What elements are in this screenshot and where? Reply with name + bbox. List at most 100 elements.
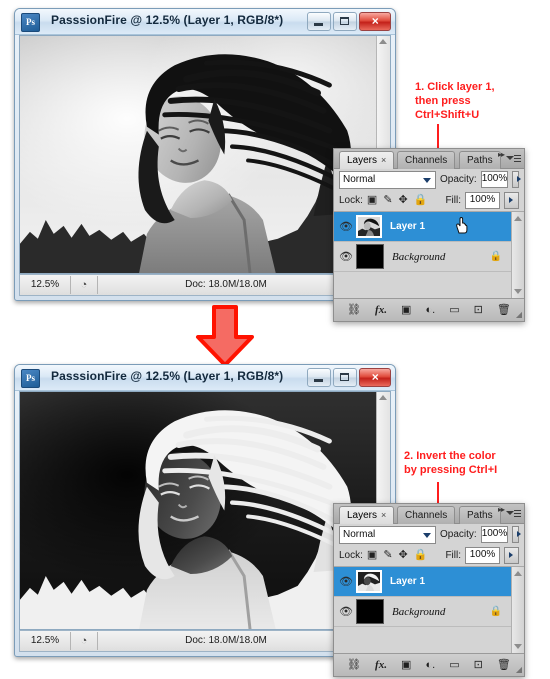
tab-layers-label: Layers: [347, 155, 378, 166]
scroll-up-icon[interactable]: [514, 571, 522, 576]
panel-menu-icon[interactable]: [506, 508, 521, 520]
layer-thumbnail[interactable]: [356, 570, 382, 593]
lock-fill-row-2: Lock: ▣ ✎ ✥ 🔒 Fill: 100%: [334, 545, 524, 566]
zoom-level[interactable]: 12.5%: [20, 276, 71, 294]
layers-panel-1[interactable]: Layers × Channels Paths ▸▸ Normal Opacity…: [333, 148, 525, 322]
layer-visibility-eye-icon[interactable]: 👁: [336, 220, 356, 233]
blend-mode-select[interactable]: Normal: [339, 170, 436, 189]
layers-panel-footer-2: ⛓ fx. ▣ ◐. ▭ ⊡ 🗑 ◢: [334, 653, 524, 676]
tab-paths[interactable]: Paths: [459, 151, 501, 169]
new-group-icon[interactable]: ▭: [449, 304, 459, 316]
close-button[interactable]: ×: [359, 12, 391, 31]
maximize-button[interactable]: [333, 368, 357, 387]
layer-thumbnail[interactable]: [356, 244, 384, 269]
lock-image-pixels-icon[interactable]: ✎: [383, 195, 392, 206]
opacity-input[interactable]: 100%: [480, 171, 509, 188]
layer-row-layer-1[interactable]: 👁 Layer 1: [334, 567, 524, 597]
title-bar-1[interactable]: Ps PasssionFire @ 12.5% (Layer 1, RGB/8*…: [15, 9, 395, 35]
tab-channels-label: Channels: [405, 155, 448, 166]
lock-position-icon[interactable]: ✥: [399, 550, 408, 561]
layer-list-scrollbar-1[interactable]: [511, 212, 524, 298]
layer-visibility-eye-icon[interactable]: 👁: [336, 605, 356, 618]
fill-input[interactable]: 100%: [465, 192, 500, 209]
layer-list-scrollbar-2[interactable]: [511, 567, 524, 653]
resize-grip-icon[interactable]: ◢: [516, 665, 522, 674]
layer-row-layer-1[interactable]: 👁 Layer 1: [334, 212, 524, 242]
minimize-button[interactable]: [307, 12, 331, 31]
title-bar-2[interactable]: Ps PasssionFire @ 12.5% (Layer 1, RGB/8*…: [15, 365, 395, 391]
panel-tab-strip-1: Layers × Channels Paths ▸▸: [334, 149, 524, 169]
lock-image-pixels-icon[interactable]: ✎: [383, 550, 392, 561]
lock-all-icon[interactable]: 🔒: [414, 550, 428, 561]
minimize-button[interactable]: [307, 368, 331, 387]
tab-close-icon[interactable]: ×: [381, 510, 386, 520]
new-layer-icon[interactable]: ⊡: [474, 659, 483, 671]
layer-locked-icon: 🔒: [489, 606, 502, 617]
doc-info-icon[interactable]: ◔: [71, 632, 98, 650]
layer-name[interactable]: Background: [392, 251, 445, 263]
document-size: Doc: 18.0M/18.0M: [98, 632, 355, 650]
layer-name[interactable]: Background: [392, 606, 445, 618]
scroll-down-icon[interactable]: [514, 289, 522, 294]
new-group-icon[interactable]: ▭: [449, 659, 459, 671]
add-layer-style-icon[interactable]: fx.: [375, 304, 387, 316]
layer-locked-icon: 🔒: [489, 251, 502, 262]
blend-mode-select[interactable]: Normal: [339, 525, 436, 544]
lock-transparent-pixels-icon[interactable]: ▣: [367, 195, 377, 206]
scroll-up-icon[interactable]: [514, 216, 522, 221]
tab-channels[interactable]: Channels: [397, 151, 456, 169]
link-layers-icon[interactable]: ⛓: [347, 659, 361, 671]
layer-name[interactable]: Layer 1: [390, 221, 425, 232]
tab-paths[interactable]: Paths: [459, 506, 501, 524]
lock-all-icon[interactable]: 🔒: [414, 195, 428, 206]
layer-thumbnail[interactable]: [356, 215, 382, 238]
panel-menu-icon[interactable]: [506, 153, 521, 165]
scroll-up-icon[interactable]: [379, 395, 387, 400]
fill-slider-button[interactable]: [504, 192, 519, 209]
add-layer-mask-icon[interactable]: ▣: [401, 304, 411, 316]
fill-label: Fill:: [445, 550, 461, 561]
document-image-inverted[interactable]: [20, 392, 377, 629]
doc-info-icon[interactable]: ◔: [71, 276, 98, 294]
chevron-down-icon: [423, 532, 431, 538]
close-icon: ×: [371, 14, 379, 28]
tab-layers[interactable]: Layers ×: [339, 506, 395, 524]
add-layer-mask-icon[interactable]: ▣: [401, 659, 411, 671]
fill-input[interactable]: 100%: [465, 547, 500, 564]
new-adjustment-layer-icon[interactable]: ◐.: [425, 659, 435, 671]
scroll-down-icon[interactable]: [514, 644, 522, 649]
layer-row-background[interactable]: 👁 Background 🔒: [334, 597, 524, 627]
maximize-button[interactable]: [333, 12, 357, 31]
blend-opacity-row-1: Normal Opacity: 100%: [334, 169, 524, 190]
new-layer-icon[interactable]: ⊡: [474, 304, 483, 316]
lock-position-icon[interactable]: ✥: [399, 195, 408, 206]
link-layers-icon[interactable]: ⛓: [347, 304, 361, 316]
tab-channels[interactable]: Channels: [397, 506, 456, 524]
opacity-slider-button[interactable]: [512, 526, 522, 543]
lock-transparent-pixels-icon[interactable]: ▣: [367, 550, 377, 561]
layers-panel-2[interactable]: Layers × Channels Paths ▸▸ Normal Opacity…: [333, 503, 525, 677]
add-layer-style-icon[interactable]: fx.: [375, 659, 387, 671]
layer-visibility-eye-icon[interactable]: 👁: [336, 250, 356, 263]
tab-close-icon[interactable]: ×: [381, 155, 386, 165]
zoom-level[interactable]: 12.5%: [20, 632, 71, 650]
collapse-panel-icon[interactable]: ▸▸: [498, 150, 505, 159]
layers-panel-footer-1: ⛓ fx. ▣ ◐. ▭ ⊡ 🗑 ◢: [334, 298, 524, 321]
layer-thumbnail[interactable]: [356, 599, 384, 624]
layer-visibility-eye-icon[interactable]: 👁: [336, 575, 356, 588]
scroll-up-icon[interactable]: [379, 39, 387, 44]
delete-layer-icon[interactable]: 🗑: [497, 304, 511, 316]
opacity-slider-button[interactable]: [512, 171, 522, 188]
fill-slider-button[interactable]: [504, 547, 519, 564]
collapse-panel-icon[interactable]: ▸▸: [498, 505, 505, 514]
new-adjustment-layer-icon[interactable]: ◐.: [425, 304, 435, 316]
resize-grip-icon[interactable]: ◢: [516, 310, 522, 319]
tab-layers[interactable]: Layers ×: [339, 151, 395, 169]
delete-layer-icon[interactable]: 🗑: [497, 659, 511, 671]
document-image-normal[interactable]: [20, 36, 377, 273]
opacity-input[interactable]: 100%: [480, 526, 509, 543]
close-button[interactable]: ×: [359, 368, 391, 387]
layer-name[interactable]: Layer 1: [390, 576, 425, 587]
layer-row-background[interactable]: 👁 Background 🔒: [334, 242, 524, 272]
tab-layers-label: Layers: [347, 510, 378, 521]
